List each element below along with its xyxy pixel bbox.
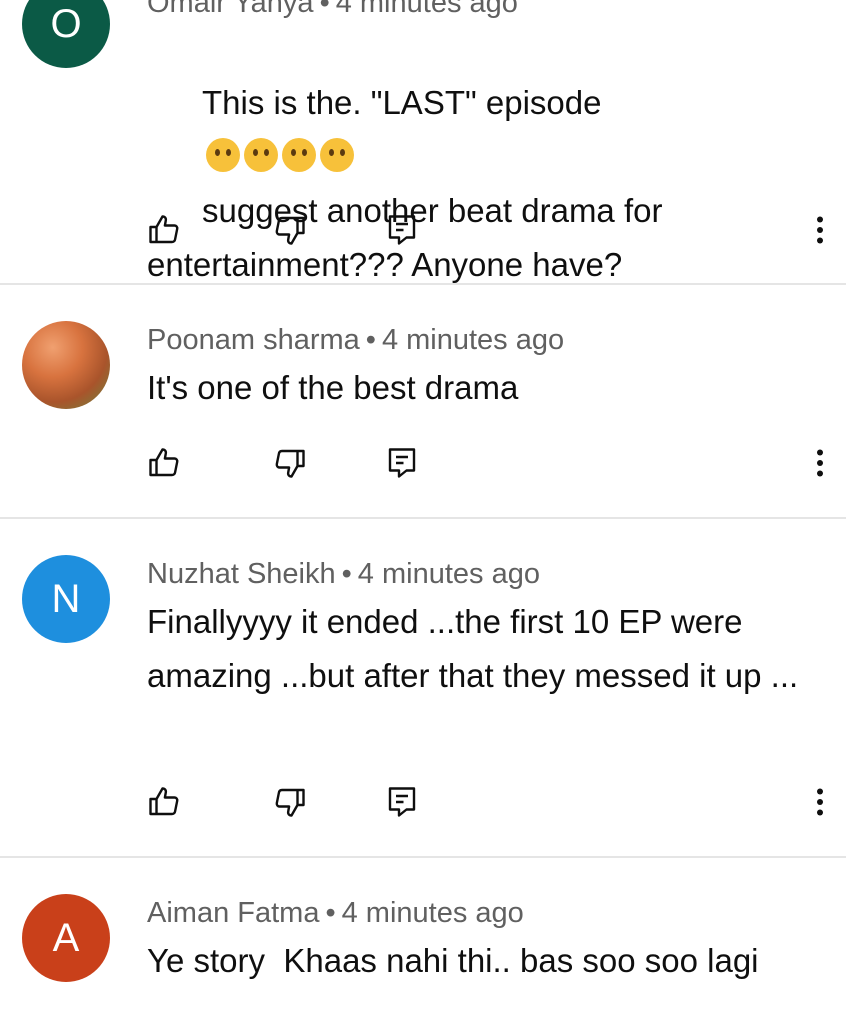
comment-item: Poonam sharma • 4 minutes ago It's one of … — [0, 285, 846, 517]
comment-text: It's one of the best drama — [147, 369, 519, 406]
like-button[interactable] — [146, 212, 182, 248]
kissing-face-emoji — [320, 138, 355, 172]
separator-dot: • — [365, 324, 376, 356]
comment-time: 4 minutes ago — [341, 897, 524, 929]
dislike-button[interactable] — [272, 212, 308, 248]
more-vertical-icon — [817, 216, 823, 244]
comment-text: Ye story Khaas nahi thi.. bas soo soo la… — [147, 942, 759, 979]
thumb-down-icon — [275, 788, 305, 817]
comment-author[interactable]: Nuzhat Sheikh — [147, 558, 336, 590]
thumb-up-icon — [149, 448, 179, 477]
comment-header: Omair Yahya • 4 minutes ago — [147, 0, 518, 20]
like-button[interactable] — [146, 784, 182, 820]
comment-item: O Omair Yahya • 4 minutes ago This is the.… — [0, 0, 846, 284]
comment-author[interactable]: Aiman Fatma — [147, 897, 319, 929]
comment-text: Finallyyyy it ended ...the first 10 EP w… — [147, 603, 799, 694]
comment-item: N Nuzhat Sheikh • 4 minutes ago Finallyyyy… — [0, 519, 846, 856]
reply-button[interactable] — [384, 445, 420, 481]
reply-button[interactable] — [384, 784, 420, 820]
kissing-heart-face-emoji — [282, 138, 317, 172]
thumb-down-icon — [275, 449, 305, 478]
reply-comment-icon — [388, 215, 416, 245]
dislike-button[interactable] — [272, 784, 308, 820]
avatar[interactable]: O — [22, 0, 110, 68]
comment-time: 4 minutes ago — [381, 324, 565, 356]
comments-list: O Omair Yahya • 4 minutes ago This is the.… — [0, 0, 846, 1024]
separator-dot: • — [319, 0, 330, 19]
more-vertical-icon — [817, 788, 823, 816]
separator-dot: • — [325, 897, 336, 929]
crying-face-emoji — [206, 138, 241, 172]
more-vertical-icon — [817, 449, 823, 477]
comment-time: 4 minutes ago — [357, 558, 540, 590]
avatar[interactable]: A — [22, 894, 110, 982]
comment-item: A Aiman Fatma • 4 minutes ago Ye story Kha… — [0, 858, 846, 1024]
comment-header: Aiman Fatma • 4 minutes ago — [147, 896, 524, 930]
hugging-face-emoji — [244, 138, 279, 172]
thumb-up-icon — [149, 215, 179, 244]
separator-dot: • — [341, 558, 352, 590]
thumb-down-icon — [275, 216, 305, 245]
reply-comment-icon — [388, 787, 416, 817]
avatar[interactable] — [22, 321, 110, 409]
comment-time: 4 minutes ago — [335, 0, 518, 19]
avatar[interactable]: N — [22, 555, 110, 643]
comment-header: Nuzhat Sheikh • 4 minutes ago — [147, 557, 540, 591]
comment-header: Poonam sharma • 4 minutes ago — [147, 323, 564, 357]
like-button[interactable] — [146, 445, 182, 481]
comment-author[interactable]: Omair Yahya — [147, 0, 314, 19]
reply-comment-icon — [388, 448, 416, 478]
comment-actions — [0, 784, 846, 824]
reply-button[interactable] — [384, 212, 420, 248]
thumb-up-icon — [149, 787, 179, 816]
comment-actions — [0, 212, 846, 252]
more-options-button[interactable] — [802, 212, 838, 248]
more-options-button[interactable] — [802, 784, 838, 820]
comment-author[interactable]: Poonam sharma — [147, 324, 360, 356]
comment-actions — [0, 445, 846, 485]
dislike-button[interactable] — [272, 445, 308, 481]
more-options-button[interactable] — [802, 445, 838, 481]
